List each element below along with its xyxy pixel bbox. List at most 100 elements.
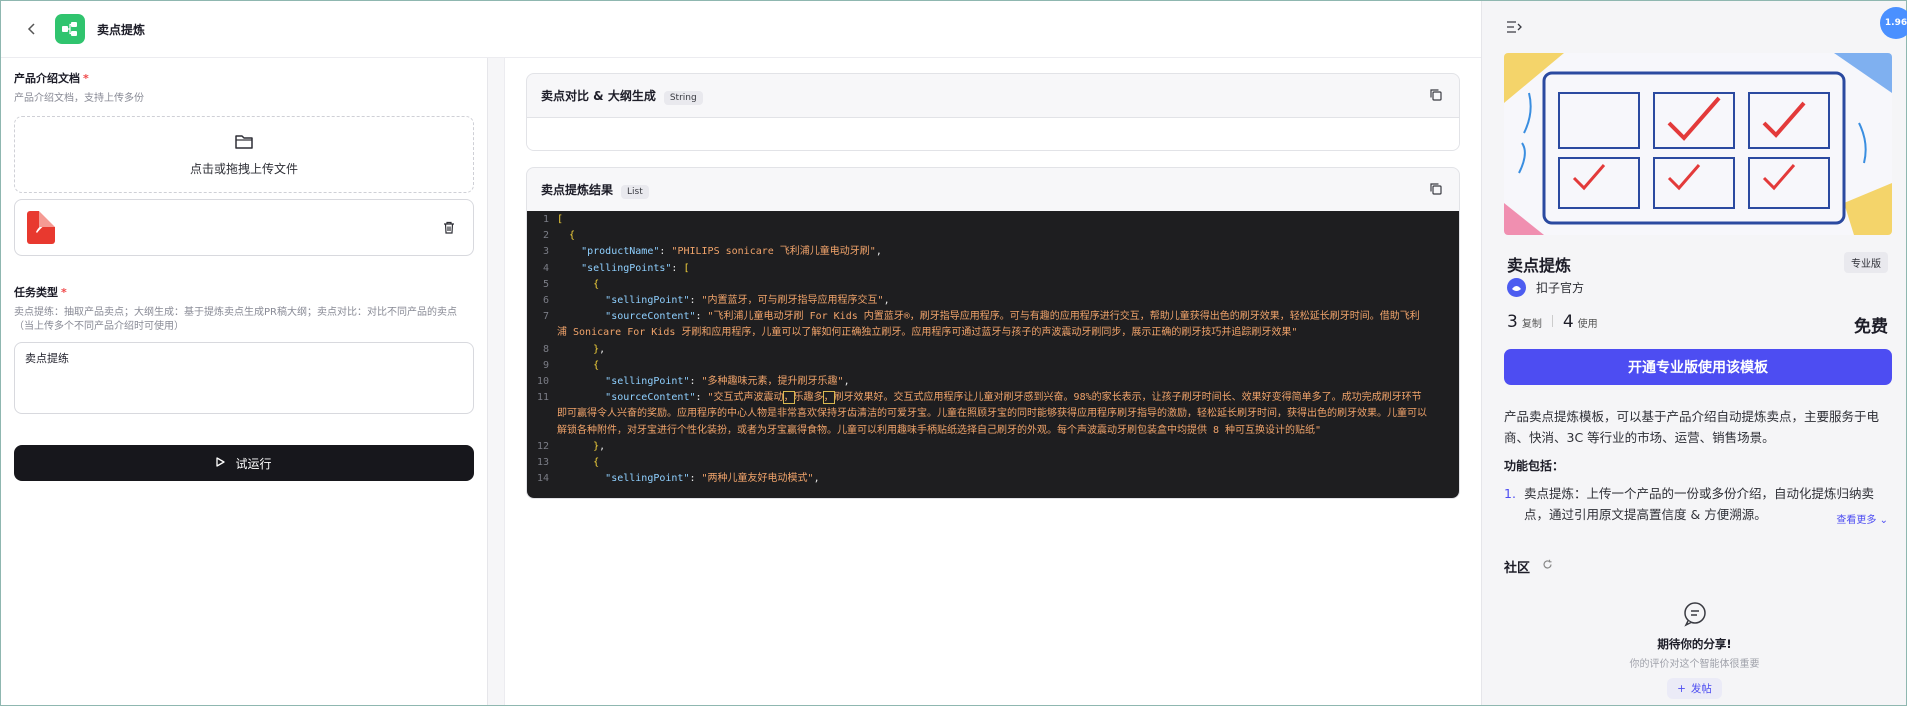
template-cover-image bbox=[1504, 53, 1892, 235]
line-content: "sourceContent": "交互式声波震动，乐趣多，刷牙效果好。交互式应… bbox=[557, 391, 1427, 436]
code-line: 10 "sellingPoint": "多种趣味元素，提升刷牙乐趣", bbox=[527, 374, 1459, 390]
community-label: 社区 bbox=[1504, 561, 1531, 576]
code-line: 2 { bbox=[527, 228, 1459, 244]
copy-count: 3 bbox=[1507, 312, 1518, 332]
panel-divider[interactable] bbox=[488, 58, 505, 705]
code-line: 12 }, bbox=[527, 439, 1459, 455]
code-line: 14 "sellingPoint": "两种儿童友好电动模式", bbox=[527, 471, 1459, 487]
line-content: { bbox=[593, 278, 600, 290]
pdf-file-icon bbox=[27, 211, 55, 244]
template-description: 产品卖点提炼模板，可以基于产品介绍自动提炼卖点，主要服务于电商、快消、3C 等行… bbox=[1504, 409, 1880, 445]
author[interactable]: 扣子官方 bbox=[1507, 278, 1584, 297]
line-number: 8 bbox=[542, 343, 549, 355]
community-heading: 社区 bbox=[1504, 557, 1553, 576]
line-content: "sellingPoint": "多种趣味元素，提升刷牙乐趣", bbox=[605, 376, 850, 388]
refresh-icon[interactable] bbox=[1542, 559, 1553, 574]
line-content: { bbox=[593, 359, 600, 371]
use-count: 4 bbox=[1562, 312, 1574, 332]
upload-text: 点击或拖拽上传文件 bbox=[189, 161, 298, 176]
line-number: 12 bbox=[536, 440, 549, 452]
output-empty-body bbox=[527, 117, 1459, 150]
test-run-button[interactable]: 试运行 bbox=[14, 445, 474, 481]
line-number: 14 bbox=[536, 473, 549, 485]
line-content: "sellingPoint": "两种儿童友好电动模式", bbox=[605, 473, 820, 485]
line-number: 1 bbox=[542, 214, 549, 225]
output-card-selling-points: 卖点提炼结果 List 1[2 {3 "productName": "PHILIP… bbox=[526, 167, 1460, 499]
top-bar: 卖点提炼 bbox=[1, 1, 1481, 58]
output-title: 卖点提炼结果 bbox=[541, 183, 614, 197]
line-number: 3 bbox=[542, 246, 549, 258]
community-empty-state: 期待你的分享! 你的评价对这个智能体很重要 + 发帖 bbox=[1482, 601, 1907, 699]
line-content: "sellingPoint": "内置蓝牙，可与刷牙指导应用程序交互", bbox=[605, 295, 890, 307]
copy-count-label: 复制 bbox=[1521, 319, 1542, 330]
file-upload-dropzone[interactable]: 点击或拖拽上传文件 bbox=[14, 116, 474, 193]
template-sidebar: 1.96 卖点提炼 专业版 扣子官方 3 复制 4 使用 免费 开通专业版使用该… bbox=[1481, 1, 1907, 705]
line-content: "sellingPoints": [ bbox=[581, 262, 690, 274]
line-number: 10 bbox=[536, 376, 549, 388]
price: 免费 bbox=[1854, 317, 1888, 337]
line-number: 6 bbox=[542, 295, 549, 307]
line-content: }, bbox=[593, 343, 606, 355]
code-line: 11 "sourceContent": "交互式声波震动，乐趣多，刷牙效果好。交… bbox=[527, 390, 1459, 439]
line-content: { bbox=[593, 457, 600, 469]
task-type-input[interactable] bbox=[14, 342, 474, 414]
line-number: 2 bbox=[542, 230, 549, 242]
code-line: 9 { bbox=[527, 358, 1459, 374]
doc-field-label: 产品介绍文档 * bbox=[14, 72, 89, 85]
line-number: 9 bbox=[542, 359, 549, 371]
author-avatar-icon bbox=[1507, 278, 1526, 297]
line-content: "productName": "PHILIPS sonicare 飞利浦儿童电动… bbox=[581, 246, 882, 258]
code-line: 8 }, bbox=[527, 342, 1459, 358]
delete-file-icon[interactable] bbox=[439, 218, 459, 238]
task-type-field: 任务类型 * 卖点提练：抽取产品卖点；大纲生成：基于提炼卖点生成PR稿大纲；卖点对… bbox=[14, 284, 474, 417]
code-line: 4 "sellingPoints": [ bbox=[527, 261, 1459, 277]
template-stats: 3 复制 4 使用 bbox=[1507, 312, 1598, 332]
line-content: [ bbox=[557, 214, 564, 225]
features-heading: 功能包括： bbox=[1504, 459, 1565, 473]
floating-badge[interactable]: 1.96 bbox=[1880, 7, 1907, 39]
edition-badge: 专业版 bbox=[1844, 252, 1888, 273]
use-count-label: 使用 bbox=[1577, 319, 1598, 330]
output-card-header: 卖点提炼结果 List bbox=[527, 168, 1459, 211]
plus-icon: + bbox=[1677, 682, 1686, 695]
copy-icon[interactable] bbox=[1429, 88, 1445, 104]
task-field-hint: 卖点提练：抽取产品卖点；大纲生成：基于提炼卖点生成PR稿大纲；卖点对比：对比不同… bbox=[14, 307, 457, 332]
play-icon bbox=[216, 456, 226, 470]
task-field-label: 任务类型 * bbox=[14, 286, 67, 299]
line-number: 7 bbox=[542, 311, 549, 323]
output-card-outline: 卖点对比 & 大纲生成 String bbox=[526, 73, 1460, 151]
code-line: 13 { bbox=[527, 455, 1459, 471]
code-line: 5 { bbox=[527, 277, 1459, 293]
output-title: 卖点对比 & 大纲生成 bbox=[541, 89, 656, 103]
line-content: { bbox=[569, 230, 576, 242]
folder-icon bbox=[234, 133, 254, 154]
run-label: 试运行 bbox=[235, 456, 272, 471]
show-more-link[interactable]: 查看更多 ⌄ bbox=[1836, 511, 1888, 526]
uploaded-file-card bbox=[14, 199, 474, 256]
template-name: 卖点提炼 bbox=[1507, 256, 1572, 275]
doc-field-hint: 产品介绍文档，支持上传多份 bbox=[14, 93, 144, 104]
copy-icon[interactable] bbox=[1429, 182, 1445, 198]
json-code-viewer[interactable]: 1[2 {3 "productName": "PHILIPS sonicare … bbox=[527, 211, 1459, 498]
new-post-button[interactable]: + 发帖 bbox=[1667, 678, 1722, 699]
code-line: 7 "sourceContent": "飞利浦儿童电动牙刷 For Kids 内… bbox=[527, 309, 1459, 341]
line-number: 13 bbox=[536, 457, 549, 469]
feature-number: 1. bbox=[1504, 486, 1516, 501]
line-content: }, bbox=[593, 440, 606, 452]
code-line: 6 "sellingPoint": "内置蓝牙，可与刷牙指导应用程序交互", bbox=[527, 293, 1459, 309]
line-number: 4 bbox=[542, 262, 549, 274]
back-arrow-icon[interactable] bbox=[21, 18, 43, 40]
line-number: 11 bbox=[536, 392, 549, 404]
input-panel: 产品介绍文档 * 产品介绍文档，支持上传多份 点击或拖拽上传文件 任务类型 * 卖点… bbox=[1, 58, 488, 705]
type-tag: String bbox=[663, 91, 703, 105]
chevron-down-icon: ⌄ bbox=[1879, 515, 1888, 526]
page-title: 卖点提炼 bbox=[97, 22, 146, 37]
upgrade-use-template-button[interactable]: 开通专业版使用该模板 bbox=[1504, 349, 1892, 385]
output-panel: 卖点对比 & 大纲生成 String 卖点提炼结果 List 1[2 {3 "pro… bbox=[505, 58, 1481, 705]
line-number: 5 bbox=[542, 278, 549, 290]
line-content: "sourceContent": "飞利浦儿童电动牙刷 For Kids 内置蓝… bbox=[557, 311, 1420, 339]
author-name: 扣子官方 bbox=[1536, 281, 1585, 295]
app-window: 卖点提炼 产品介绍文档 * 产品介绍文档，支持上传多份 点击或拖拽上传文件 任务类… bbox=[0, 0, 1907, 706]
collapse-menu-icon[interactable] bbox=[1506, 20, 1522, 37]
output-card-header: 卖点对比 & 大纲生成 String bbox=[527, 74, 1459, 117]
